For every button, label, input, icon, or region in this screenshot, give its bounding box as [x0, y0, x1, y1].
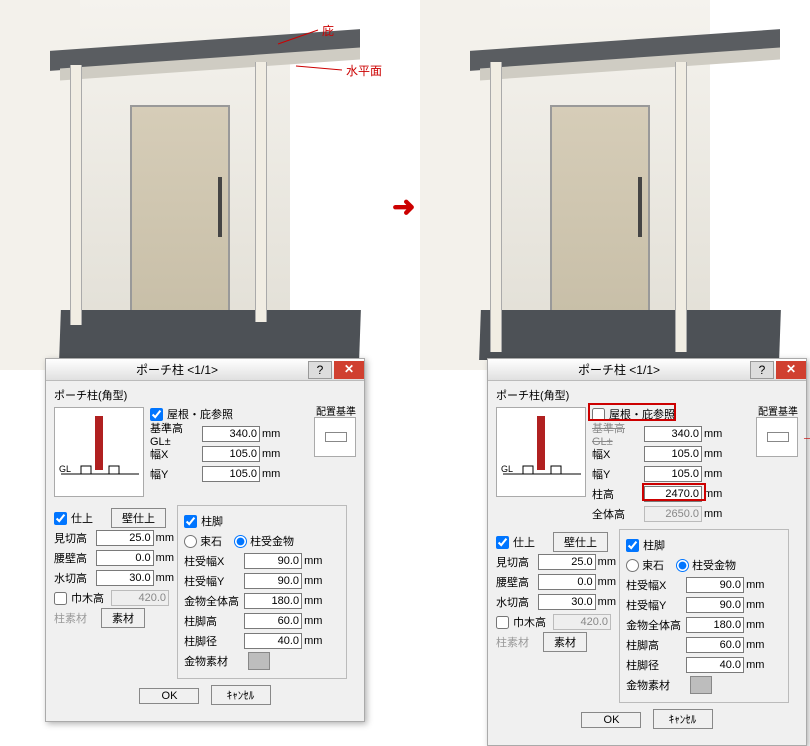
- dialog-porch-column: ポーチ柱 <1/1> ? ✕ ポーチ柱(角型) GL 屋根・庇参照 基準高 GL…: [45, 358, 365, 722]
- ok-button[interactable]: OK: [139, 688, 199, 704]
- foot-diameter-input[interactable]: [244, 633, 302, 649]
- annotation-plane: 水平面: [346, 62, 382, 79]
- receiver-x-input[interactable]: [244, 553, 302, 569]
- width-y-input[interactable]: [202, 466, 260, 482]
- close-button[interactable]: ✕: [334, 361, 364, 379]
- align-label: 配置基準: [316, 403, 356, 418]
- reveal-input[interactable]: [96, 530, 154, 546]
- width-x-input[interactable]: [202, 446, 260, 462]
- dialog-title: ポーチ柱 <1/1>: [46, 361, 308, 378]
- metal-height-input[interactable]: [244, 593, 302, 609]
- metal-material-swatch[interactable]: [248, 652, 270, 670]
- arrow-right-icon: ➜: [392, 190, 415, 223]
- close-button[interactable]: ✕: [776, 361, 806, 379]
- preview-illustration: GL: [54, 407, 144, 497]
- roof-ref-checkbox[interactable]: [592, 408, 605, 421]
- drip-input[interactable]: [96, 570, 154, 586]
- render-after: [420, 0, 808, 370]
- door: [130, 105, 230, 315]
- svg-text:GL: GL: [59, 464, 71, 474]
- base-height-input[interactable]: [202, 426, 260, 442]
- cancel-button[interactable]: ｷｬﾝｾﾙ: [211, 685, 271, 705]
- foot-checkbox[interactable]: [184, 515, 197, 528]
- wall-finish-button[interactable]: 壁仕上: [111, 508, 166, 528]
- skirt-input[interactable]: [96, 550, 154, 566]
- column-height-input[interactable]: [644, 486, 702, 502]
- baseboard-input: [111, 590, 169, 606]
- material-button[interactable]: 素材: [101, 608, 145, 628]
- receiver-y-input[interactable]: [244, 573, 302, 589]
- roof-ref-checkbox[interactable]: [150, 408, 163, 421]
- cancel-button[interactable]: ｷｬﾝｾﾙ: [653, 709, 713, 729]
- svg-text:GL: GL: [501, 464, 513, 474]
- total-height-input: [644, 506, 702, 522]
- annotation-eave: 庇: [322, 22, 334, 39]
- render-before: 庇 水平面: [0, 0, 388, 370]
- align-picker[interactable]: →: [756, 417, 798, 457]
- foot-group: 柱脚 束石 柱受金物 柱受幅Xmm 柱受幅Ymm 金物全体高mm 柱脚高mm 柱…: [177, 505, 347, 679]
- dialog-porch-column-after: ポーチ柱 <1/1> ? ✕ ポーチ柱(角型) GL 屋根・庇参照 基準高 GL…: [487, 358, 807, 746]
- ok-button[interactable]: OK: [581, 712, 641, 728]
- foot-height-input[interactable]: [244, 613, 302, 629]
- help-button[interactable]: ?: [308, 361, 332, 379]
- preview-illustration: GL: [496, 407, 586, 497]
- help-button[interactable]: ?: [750, 361, 774, 379]
- align-picker[interactable]: [314, 417, 356, 457]
- foot-metal-radio[interactable]: [234, 535, 247, 548]
- porch-column: [70, 65, 82, 325]
- porch-column: [255, 62, 267, 322]
- column-type-label: ポーチ柱(角型): [54, 387, 356, 403]
- foot-stone-radio[interactable]: [184, 535, 197, 548]
- arrow-right-icon: →: [801, 428, 810, 444]
- finish-checkbox[interactable]: [54, 512, 67, 525]
- baseboard-checkbox[interactable]: [54, 592, 67, 605]
